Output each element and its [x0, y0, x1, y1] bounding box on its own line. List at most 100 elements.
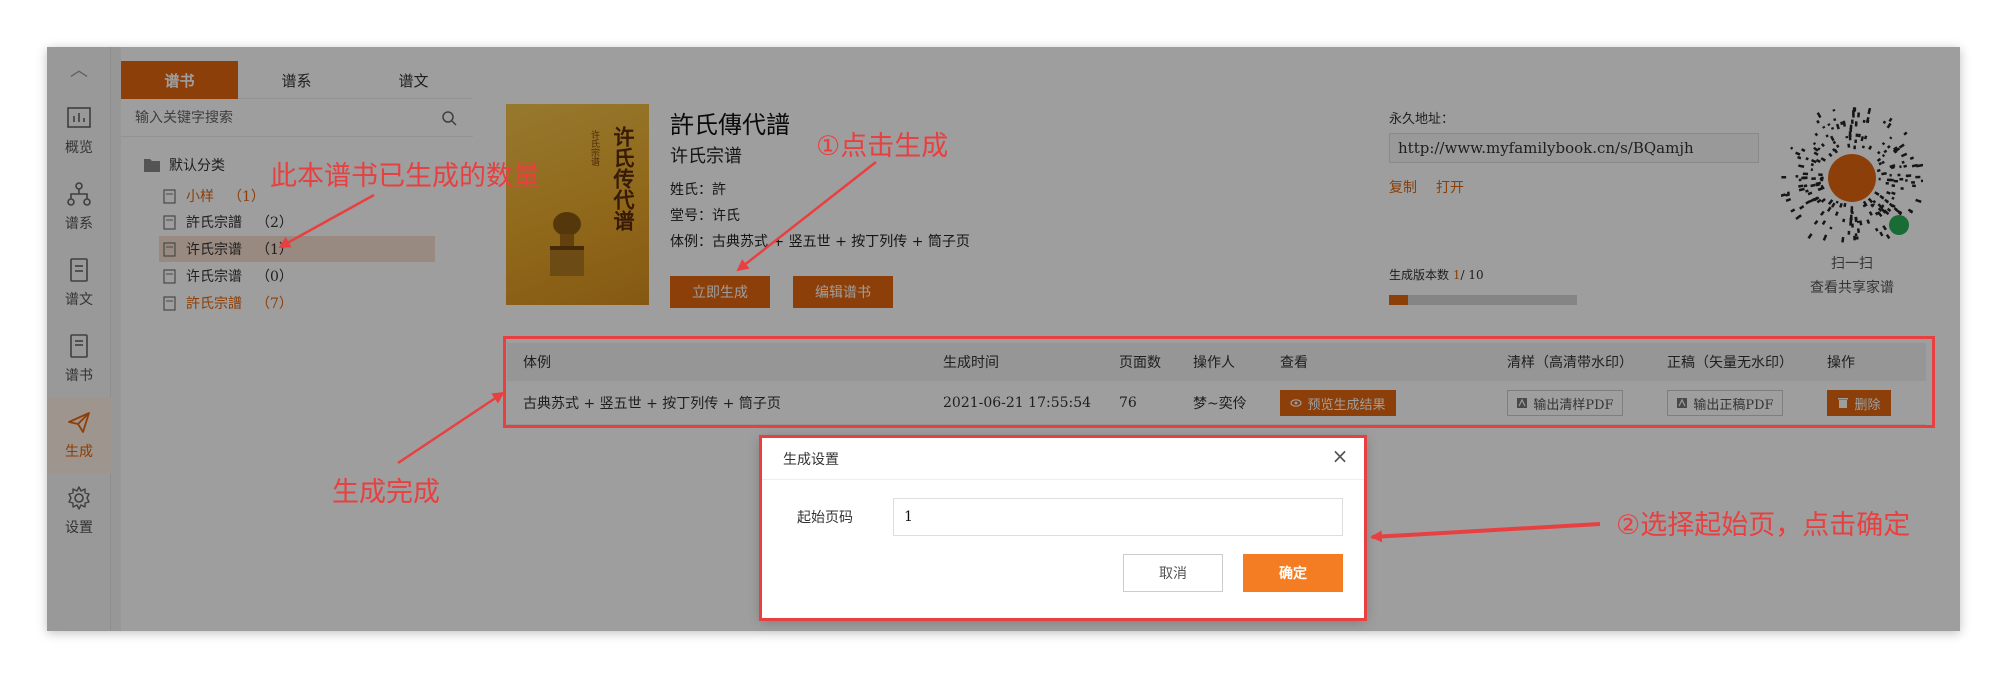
chevron-up-icon[interactable]: ︿ — [47, 47, 111, 91]
pdf-icon — [1517, 398, 1528, 408]
tab-lineage[interactable]: 谱系 — [238, 61, 355, 99]
search-icon[interactable] — [441, 110, 457, 126]
book-hall: 堂号：许氏 — [670, 208, 740, 224]
book-tree-panel: 谱书 谱系 谱文 默认分类 小样 （1） 許氏宗譜 （2） — [121, 47, 473, 631]
pdf-icon — [1677, 398, 1688, 408]
cancel-button[interactable]: 取消 — [1123, 554, 1223, 592]
col-action: 操作 — [1827, 355, 1855, 371]
book-count: （7） — [256, 296, 293, 312]
book-file-icon — [163, 241, 176, 257]
nav-label: 谱书 — [65, 368, 93, 384]
start-page-label: 起始页码 — [797, 510, 853, 526]
book-name: 許氏宗譜 — [186, 215, 242, 231]
generate-now-button[interactable]: 立即生成 — [670, 276, 770, 308]
nav-item-settings[interactable]: 设置 — [47, 473, 111, 549]
gear-icon — [68, 486, 90, 510]
tree-icon — [67, 182, 91, 206]
start-page-input[interactable] — [893, 498, 1343, 536]
book-file-icon — [163, 214, 176, 230]
eye-icon — [1290, 399, 1303, 407]
book-item[interactable]: 许氏宗谱 （0） — [159, 263, 435, 289]
cover-subtitle: 许氏宗谱 — [589, 130, 599, 166]
book-icon — [70, 334, 88, 358]
book-file-icon — [163, 295, 176, 311]
book-cover: 许氏传代谱 许氏宗谱 — [506, 104, 649, 305]
book-name: 许氏宗谱 — [186, 242, 242, 258]
delete-label: 删除 — [1854, 397, 1881, 413]
preview-result-button[interactable]: 预览生成结果 — [1280, 390, 1396, 416]
col-view: 查看 — [1280, 355, 1308, 371]
annotation-done: 生成完成 — [332, 477, 440, 508]
annotation-step1: ①点击生成 — [816, 131, 949, 162]
book-count: （2） — [256, 215, 293, 231]
close-icon[interactable]: × — [1329, 445, 1351, 467]
col-style: 体例 — [523, 355, 551, 371]
export-draft-pdf-button[interactable]: 输出清样PDF — [1507, 390, 1623, 416]
nav-item-generate[interactable]: 生成 — [47, 397, 111, 473]
nav-item-book[interactable]: 谱书 — [47, 321, 111, 397]
copy-link[interactable]: 复制 — [1389, 177, 1417, 197]
book-name: 许氏宗谱 — [186, 269, 242, 285]
version-label: 生成版本数 — [1389, 268, 1450, 282]
book-count: （1） — [256, 242, 293, 258]
folder-icon — [144, 159, 160, 172]
row-operator: 梦~奕伶 — [1193, 395, 1247, 412]
nav-item-text[interactable]: 谱文 — [47, 245, 111, 321]
nav-label: 生成 — [65, 444, 93, 460]
edit-book-button[interactable]: 编辑谱书 — [793, 276, 893, 308]
book-name: 許氏宗譜 — [186, 296, 242, 312]
nav-item-overview[interactable]: 概览 — [47, 93, 111, 169]
row-style: 古典苏式 + 竖五世 + 按丁列传 + 筒子页 — [523, 395, 781, 412]
permanent-url-field[interactable]: http://www.myfamilybook.cn/s/BQamjh — [1389, 133, 1759, 163]
category-label: 默认分类 — [169, 158, 225, 174]
book-item[interactable]: 許氏宗譜 （2） — [159, 209, 435, 235]
seal-icon — [550, 212, 584, 276]
nav-label: 设置 — [65, 520, 93, 536]
annotation-step2: ②选择起始页，点击确定 — [1616, 510, 1911, 541]
generation-table: 体例 生成时间 页面数 操作人 查看 清样（高清带水印） 正稿（矢量无水印） 操… — [507, 343, 1926, 425]
final-pdf-label: 输出正稿PDF — [1693, 397, 1774, 413]
book-subtitle: 许氏宗谱 — [670, 146, 742, 167]
cover-title: 许氏传代谱 — [611, 126, 636, 231]
nav-label: 概览 — [65, 140, 93, 156]
dialog-divider — [761, 479, 1365, 480]
preview-label: 预览生成结果 — [1307, 397, 1386, 413]
col-draft: 清样（高清带水印） — [1507, 355, 1633, 371]
col-pages: 页面数 — [1119, 355, 1161, 371]
trash-icon — [1838, 398, 1849, 408]
open-link[interactable]: 打开 — [1436, 177, 1464, 197]
book-name: 小样 — [186, 189, 214, 205]
col-operator: 操作人 — [1193, 355, 1235, 371]
book-file-icon — [163, 188, 176, 204]
search-input[interactable] — [135, 109, 425, 126]
draft-pdf-label: 输出清样PDF — [1533, 397, 1614, 413]
qr-caption-2: 查看共享家谱 — [1810, 280, 1894, 296]
table-row: 古典苏式 + 竖五世 + 按丁列传 + 筒子页 2021-06-21 17:55… — [507, 381, 1926, 425]
version-total: / 10 — [1460, 268, 1484, 282]
version-count: 生成版本数 1/ 10 — [1389, 266, 1484, 283]
screenshot: ︿ 概览 谱系 谱文 谱书 生成 设置 谱书 谱系 谱文 输入关键字搜索 默认分… — [0, 0, 2007, 681]
confirm-button[interactable]: 确定 — [1243, 554, 1343, 592]
nav-item-lineage[interactable]: 谱系 — [47, 169, 111, 245]
tree-tabs: 谱书 谱系 谱文 — [121, 61, 473, 99]
tab-text[interactable]: 谱文 — [355, 61, 472, 99]
chart-icon — [67, 107, 91, 128]
qr-code[interactable] — [1781, 107, 1923, 249]
tab-book[interactable]: 谱书 — [121, 61, 238, 99]
book-count: （0） — [256, 269, 293, 285]
permanent-url-label: 永久地址： — [1389, 112, 1455, 127]
col-time: 生成时间 — [943, 355, 999, 371]
delete-button[interactable]: 删除 — [1827, 390, 1891, 416]
book-style: 体例：古典苏式 + 竖五世 + 按丁列传 + 筒子页 — [670, 234, 970, 250]
dialog-title: 生成设置 — [783, 452, 839, 468]
book-count: （1） — [228, 189, 265, 205]
book-item[interactable]: 許氏宗譜 （7） — [159, 290, 435, 316]
col-final: 正稿（矢量无水印） — [1667, 355, 1793, 371]
version-progress-fill — [1389, 295, 1408, 305]
nav-label: 谱文 — [65, 292, 93, 308]
category-default[interactable]: 默认分类 — [143, 155, 225, 175]
export-final-pdf-button[interactable]: 输出正稿PDF — [1667, 390, 1783, 416]
send-icon — [68, 412, 90, 433]
book-item-selected[interactable]: 许氏宗谱 （1） — [159, 236, 435, 262]
book-file-icon — [163, 268, 176, 284]
